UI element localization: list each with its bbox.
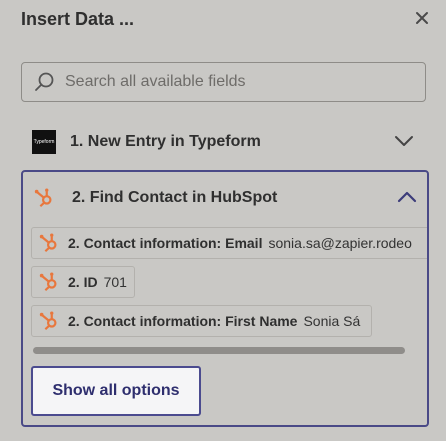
field-value: sonia.sa@zapier.rodeo [268,235,412,251]
field-label: 2. ID [68,274,98,290]
field-label: 2. Contact information: First Name [68,313,298,329]
field-contact-email[interactable]: 2. Contact information: Email sonia.sa@z… [31,227,427,259]
hubspot-icon [39,272,57,292]
field-value: 701 [103,274,127,290]
show-all-options-button[interactable]: Show all options [31,366,201,416]
hubspot-icon [39,233,57,253]
search-input[interactable] [63,72,407,92]
field-first-name[interactable]: 2. Contact information: First Name Sonia… [31,305,372,337]
panel-title: Insert Data ... [21,9,135,29]
field-id[interactable]: 2. ID 701 [31,266,135,298]
typeform-logo-text: Typeform [33,139,55,145]
panel-header: Insert Data ... [21,7,134,31]
chevron-down-icon[interactable] [394,134,414,148]
close-icon[interactable] [412,8,432,28]
hubspot-icon [39,311,57,331]
step-hubspot: 2. Find Contact in HubSpot 2. Contact in… [21,170,429,427]
step-hubspot-header[interactable]: 2. Find Contact in HubSpot [23,172,427,224]
chevron-up-icon[interactable] [397,190,417,204]
typeform-logo: Typeform [32,130,56,154]
step-typeform[interactable]: Typeform 1. New Entry in Typeform [21,122,426,162]
hubspot-icon [34,188,52,208]
step-label: 1. New Entry in Typeform [70,133,261,150]
search-icon [35,72,54,91]
field-value: Sonia Sá [303,313,361,329]
step-label: 2. Find Contact in HubSpot [72,189,278,206]
search-field[interactable] [21,62,426,102]
field-label: 2. Contact information: Email [68,235,263,251]
horizontal-scrollbar[interactable] [33,347,405,354]
insert-data-panel: Insert Data ... Typeform 1. New Entry in… [0,0,446,441]
